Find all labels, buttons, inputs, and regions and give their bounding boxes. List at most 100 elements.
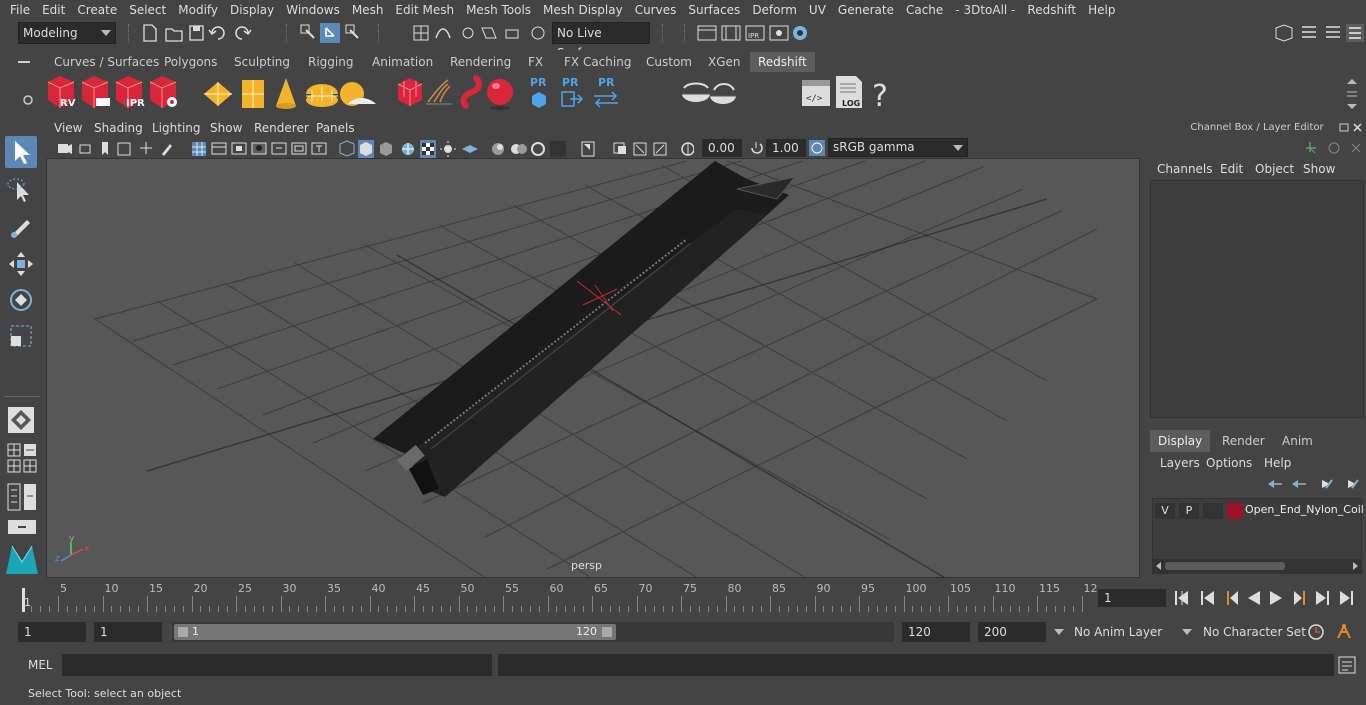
select-component-icon[interactable] (345, 24, 359, 39)
menu-uv[interactable]: UV (803, 0, 832, 20)
menu-3dtoall[interactable]: - 3DtoAll - (949, 0, 1021, 20)
panel-menu-shading[interactable]: Shading (94, 121, 143, 135)
tab-xgen[interactable]: XGen (700, 52, 749, 72)
wireframe-icon[interactable] (339, 140, 355, 157)
ambient-occlusion-icon[interactable] (492, 143, 504, 155)
tool-settings-icon[interactable] (1326, 26, 1340, 38)
range-handle[interactable]: 1 120 (174, 624, 616, 640)
anim-layer-label[interactable]: No Anim Layer (1074, 625, 1162, 639)
command-language-label[interactable]: MEL (28, 658, 53, 672)
rotate-tool[interactable] (5, 284, 37, 316)
menu-surfaces[interactable]: Surfaces (682, 0, 746, 20)
pr-swap-icon[interactable]: PR (594, 76, 618, 108)
xray-active-icon[interactable] (633, 142, 647, 156)
rs-render-sequence-icon[interactable] (81, 76, 110, 108)
mode-selector[interactable]: Modeling (18, 22, 116, 44)
rs-portal-light-icon[interactable] (242, 80, 264, 108)
play-forwards-icon[interactable] (1270, 591, 1282, 605)
tab-render-layers[interactable]: Render (1214, 430, 1273, 452)
hypershade-icon[interactable] (793, 26, 807, 40)
rs-sphere-icon[interactable] (487, 79, 513, 110)
step-back-key-icon[interactable] (1201, 591, 1214, 605)
rs-area-light-icon[interactable] (204, 82, 232, 106)
rs-help-icon[interactable]: ? (872, 79, 888, 114)
float-panel-icon[interactable] (1339, 123, 1349, 132)
depth-of-field-icon[interactable] (550, 141, 566, 157)
animation-prefs-icon[interactable] (1337, 623, 1351, 639)
scale-tool[interactable] (5, 320, 37, 352)
select-tool[interactable] (5, 136, 37, 168)
menu-select[interactable]: Select (123, 0, 172, 20)
snap-curve-icon[interactable] (435, 28, 451, 39)
select-object-icon[interactable] (320, 23, 340, 43)
layer-menu-layers[interactable]: Layers (1160, 456, 1200, 470)
live-surface-field[interactable]: No Live Surface (552, 22, 650, 60)
animation-end-field[interactable]: 200 (978, 622, 1046, 642)
render-view-icon[interactable] (697, 25, 717, 41)
menu-cache[interactable]: Cache (900, 0, 949, 20)
step-forward-frame-icon[interactable] (1294, 591, 1305, 605)
rs-volume-icon[interactable] (460, 75, 482, 109)
cb-menu-show[interactable]: Show (1303, 162, 1335, 176)
anti-alias-icon[interactable] (531, 142, 545, 156)
panel-menu-panels[interactable]: Panels (316, 121, 355, 135)
exposure-field[interactable]: 0.00 (702, 139, 742, 157)
gate-mask-icon[interactable] (251, 142, 267, 155)
rs-render-settings-icon[interactable] (149, 76, 177, 108)
workspace-icon[interactable] (1275, 24, 1293, 42)
menu-generate[interactable]: Generate (832, 0, 900, 20)
redo-icon[interactable] (235, 26, 252, 40)
play-backwards-icon[interactable] (1248, 591, 1260, 605)
shelf-menu-icon[interactable] (16, 54, 36, 70)
rs-spot-light-icon[interactable] (276, 78, 296, 109)
ipr-render-icon[interactable]: IPR (745, 25, 765, 41)
colorspace-dropdown[interactable]: sRGB gamma (828, 138, 968, 157)
move-tool[interactable] (5, 248, 37, 280)
menu-deform[interactable]: Deform (746, 0, 803, 20)
close-panel-icon[interactable] (1353, 123, 1362, 132)
menu-help[interactable]: Help (1082, 0, 1121, 20)
camera-select-icon[interactable] (58, 144, 72, 154)
menu-modify[interactable]: Modify (172, 0, 224, 20)
tab-polygons[interactable]: Polygons (156, 52, 225, 72)
motion-blur-icon[interactable] (511, 144, 527, 154)
field-chart-icon[interactable] (271, 142, 287, 155)
paint-select-tool[interactable] (5, 210, 37, 242)
gamma-field[interactable]: 1.00 (766, 139, 806, 157)
attribute-editor-icon[interactable] (1302, 26, 1316, 38)
channel-box-toggle-icon[interactable] (1346, 24, 1364, 42)
textured-icon[interactable] (402, 143, 414, 155)
tab-rigging[interactable]: Rigging (300, 52, 361, 72)
xray-joints-icon[interactable] (420, 140, 436, 158)
tab-custom[interactable]: Custom (638, 52, 700, 72)
open-scene-icon[interactable] (165, 28, 183, 42)
menu-file[interactable]: File (4, 0, 36, 20)
color-management-icon[interactable] (808, 139, 828, 157)
rs-sun-sky-icon[interactable] (340, 82, 376, 106)
rs-material-2-icon[interactable] (710, 83, 736, 104)
camera-attr-icon[interactable] (79, 144, 91, 154)
shelf-settings-icon[interactable] (16, 78, 36, 114)
tab-redshift[interactable]: Redshift (750, 52, 815, 72)
new-scene-icon[interactable] (143, 24, 157, 42)
safe-action-icon[interactable] (291, 142, 307, 155)
shadows-icon[interactable] (462, 145, 478, 153)
character-set-label[interactable]: No Character Set (1203, 625, 1306, 639)
rs-ipr-icon[interactable]: IPR (115, 76, 145, 109)
2d-pan-icon[interactable] (140, 142, 152, 154)
xray-components-icon[interactable] (653, 142, 667, 156)
rs-dome-light-icon[interactable] (306, 84, 338, 107)
tab-fx[interactable]: FX (520, 52, 551, 72)
snap-surface-icon[interactable] (481, 27, 497, 39)
range-end-grip[interactable] (602, 627, 612, 637)
exposure-icon[interactable] (681, 142, 694, 156)
anim-layer-arrow[interactable] (1052, 622, 1066, 642)
cb-menu-channels[interactable]: Channels (1157, 162, 1213, 176)
lights-icon[interactable] (440, 141, 456, 157)
speed-icon[interactable] (1328, 142, 1340, 154)
tab-display-layers[interactable]: Display (1150, 430, 1211, 452)
layer-menu-options[interactable]: Options (1206, 456, 1252, 470)
panel-menu-lighting[interactable]: Lighting (152, 121, 201, 135)
snap-plane-icon[interactable] (505, 29, 519, 39)
soft-select-tool[interactable] (5, 404, 37, 436)
